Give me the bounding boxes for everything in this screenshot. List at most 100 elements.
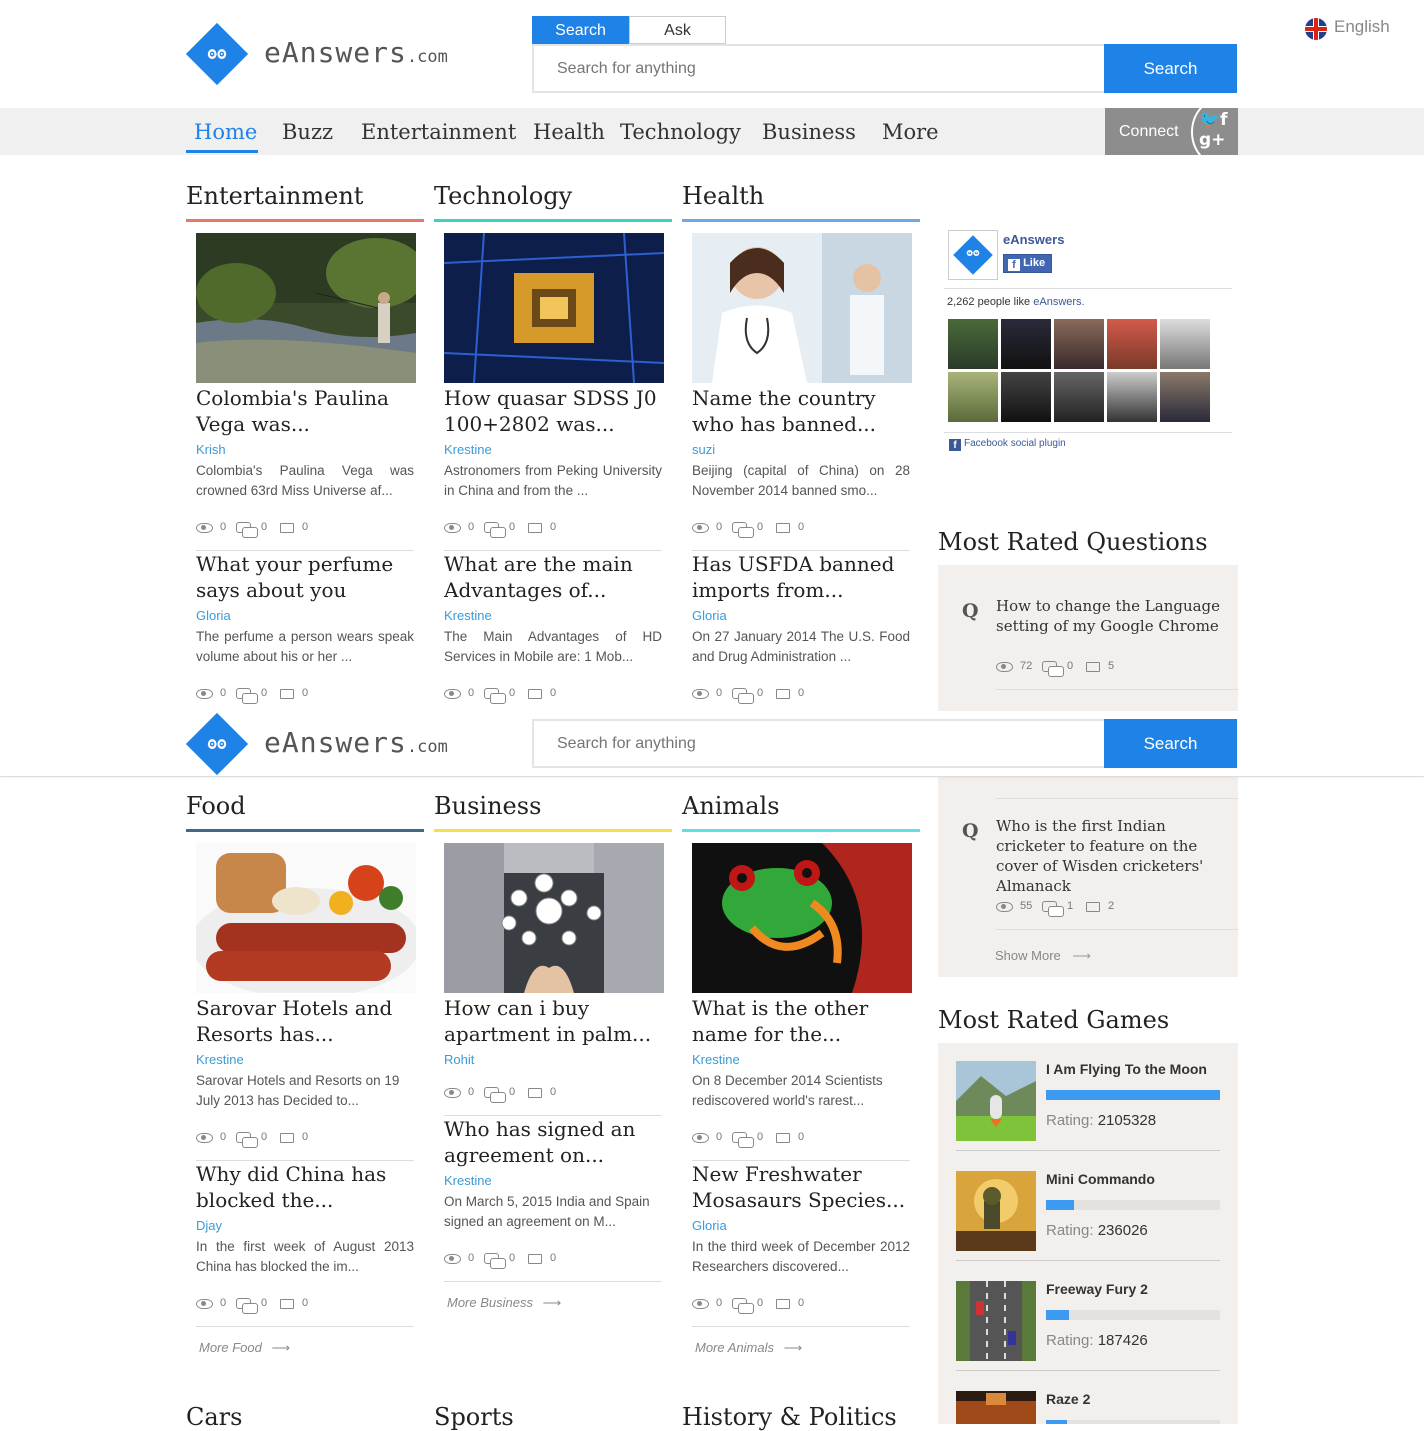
nav-more[interactable]: More xyxy=(882,120,939,144)
fan-avatar[interactable] xyxy=(1107,319,1157,369)
game-thumbnail[interactable] xyxy=(956,1171,1036,1251)
nav-home[interactable]: Home xyxy=(194,120,257,144)
article-title[interactable]: How quasar SDSS J0 100+2802 was... xyxy=(444,385,664,437)
fan-avatar[interactable] xyxy=(1054,372,1104,422)
nav-health[interactable]: Health xyxy=(533,120,605,144)
fan-avatar[interactable] xyxy=(1001,319,1051,369)
section-title[interactable]: Technology xyxy=(434,182,572,210)
show-more-link[interactable]: Show More ⟶ xyxy=(995,948,1091,964)
section-title[interactable]: Food xyxy=(186,792,246,820)
comments-count: 0 xyxy=(798,521,805,533)
fan-avatar[interactable] xyxy=(1054,319,1104,369)
facebook-page-logo[interactable]: ʘʘ xyxy=(948,230,998,280)
answers-count: 0 xyxy=(509,521,516,533)
search-button[interactable]: Search xyxy=(1104,44,1237,93)
article-author[interactable]: Krestine xyxy=(444,608,492,623)
fan-avatar[interactable] xyxy=(1001,372,1051,422)
article-author[interactable]: Gloria xyxy=(196,608,231,623)
article-thumbnail[interactable] xyxy=(196,843,416,993)
facebook-plugin-credit[interactable]: f Facebook social plugin xyxy=(949,438,1066,451)
logo-wordmark[interactable]: eAnswers.com xyxy=(264,726,448,759)
answers-count: 0 xyxy=(757,521,764,533)
fan-avatar[interactable] xyxy=(948,372,998,422)
more-business-link[interactable]: More Business ⟶ xyxy=(447,1295,561,1311)
facebook-like-button[interactable]: f Like xyxy=(1003,254,1052,273)
article-author[interactable]: Krish xyxy=(196,442,226,457)
game-thumbnail[interactable] xyxy=(956,1391,1036,1424)
game-title[interactable]: Raze 2 xyxy=(1046,1391,1090,1407)
fan-avatar[interactable] xyxy=(948,319,998,369)
article-title[interactable]: What are the main Advantages of... xyxy=(444,551,664,603)
nav-business[interactable]: Business xyxy=(762,120,856,144)
section-title-sports[interactable]: Sports xyxy=(434,1403,514,1431)
game-title[interactable]: I Am Flying To the Moon xyxy=(1046,1061,1207,1077)
facebook-icon[interactable]: f xyxy=(1220,110,1227,130)
article-title[interactable]: Why did China has blocked the... xyxy=(196,1161,416,1213)
game-title[interactable]: Mini Commando xyxy=(1046,1171,1155,1187)
nav-entertainment[interactable]: Entertainment xyxy=(361,120,516,144)
article-author[interactable]: Gloria xyxy=(692,1218,727,1233)
article-author[interactable]: suzi xyxy=(692,442,715,457)
section-title[interactable]: Health xyxy=(682,182,764,210)
fan-avatar[interactable] xyxy=(1160,372,1210,422)
game-title[interactable]: Freeway Fury 2 xyxy=(1046,1281,1148,1297)
article-thumbnail[interactable] xyxy=(196,233,416,383)
article-title[interactable]: New Freshwater Mosasaurs Species... xyxy=(692,1161,912,1213)
language-selector[interactable]: English xyxy=(1305,17,1390,40)
answers-icon xyxy=(236,688,258,704)
article-title[interactable]: What your perfume says about you xyxy=(196,551,416,603)
more-food-link[interactable]: More Food ⟶ xyxy=(199,1340,290,1356)
article-title[interactable]: Sarovar Hotels and Resorts has... xyxy=(196,995,416,1047)
social-icons[interactable]: 🐦f g+ xyxy=(1199,110,1228,150)
article-thumbnail[interactable] xyxy=(692,233,912,383)
article-author[interactable]: Rohit xyxy=(444,1052,474,1067)
google-plus-icon[interactable]: g+ xyxy=(1199,130,1225,150)
nav-technology[interactable]: Technology xyxy=(620,120,741,144)
article-thumbnail[interactable] xyxy=(692,843,912,993)
article-thumbnail[interactable] xyxy=(444,843,664,993)
section-title[interactable]: Entertainment xyxy=(186,182,363,210)
game-thumbnail[interactable] xyxy=(956,1281,1036,1361)
article-stats: 0 0 0 xyxy=(196,687,416,704)
article-author[interactable]: Krestine xyxy=(444,1173,492,1188)
article-title[interactable]: Has USFDA banned imports from... xyxy=(692,551,912,603)
section-title-history-politics[interactable]: History & Politics xyxy=(682,1403,897,1431)
more-animals-link[interactable]: More Animals ⟶ xyxy=(695,1340,802,1356)
article-title[interactable]: How can i buy apartment in palm... xyxy=(444,995,664,1047)
article-author[interactable]: Krestine xyxy=(196,1052,244,1067)
sticky-search-input[interactable] xyxy=(534,721,1104,766)
article-title[interactable]: What is the other name for the... xyxy=(692,995,912,1047)
article-title[interactable]: Name the country who has banned... xyxy=(692,385,912,437)
tab-ask[interactable]: Ask xyxy=(629,16,726,44)
section-underline xyxy=(186,219,424,222)
article-author[interactable]: Djay xyxy=(196,1218,222,1233)
section-title[interactable]: Business xyxy=(434,792,541,820)
search-input[interactable] xyxy=(534,46,1104,91)
question-link[interactable]: How to change the Language setting of my… xyxy=(996,596,1231,636)
views-icon xyxy=(444,523,461,533)
article-title[interactable]: Who has signed an agreement on... xyxy=(444,1116,664,1168)
search-field[interactable] xyxy=(532,44,1106,93)
article-thumbnail[interactable] xyxy=(444,233,664,383)
facebook-page-name[interactable]: eAnswers xyxy=(1003,232,1064,247)
article-title[interactable]: Colombia's Paulina Vega was... xyxy=(196,385,416,437)
twitter-icon[interactable]: 🐦 xyxy=(1199,110,1220,130)
question-link[interactable]: Who is the first Indian cricketer to fea… xyxy=(996,816,1231,896)
facebook-icon: f xyxy=(1008,259,1020,271)
tab-search[interactable]: Search xyxy=(532,16,629,44)
like-count-page-link[interactable]: eAnswers. xyxy=(1033,296,1084,308)
fan-avatar[interactable] xyxy=(1107,372,1157,422)
arrow-right-icon: ⟶ xyxy=(783,1340,803,1355)
fan-avatar[interactable] xyxy=(1160,319,1210,369)
article-author[interactable]: Krestine xyxy=(444,442,492,457)
section-title-cars[interactable]: Cars xyxy=(186,1403,242,1431)
article-author[interactable]: Krestine xyxy=(692,1052,740,1067)
nav-buzz[interactable]: Buzz xyxy=(282,120,333,144)
game-thumbnail[interactable] xyxy=(956,1061,1036,1141)
sticky-search-button[interactable]: Search xyxy=(1104,719,1237,768)
section-title[interactable]: Animals xyxy=(682,792,780,820)
logo-wordmark[interactable]: eAnswers.com xyxy=(264,36,448,69)
connect-button[interactable]: Connect 🐦f g+ xyxy=(1105,108,1238,155)
article-author[interactable]: Gloria xyxy=(692,608,727,623)
sticky-search-field[interactable] xyxy=(532,719,1106,768)
